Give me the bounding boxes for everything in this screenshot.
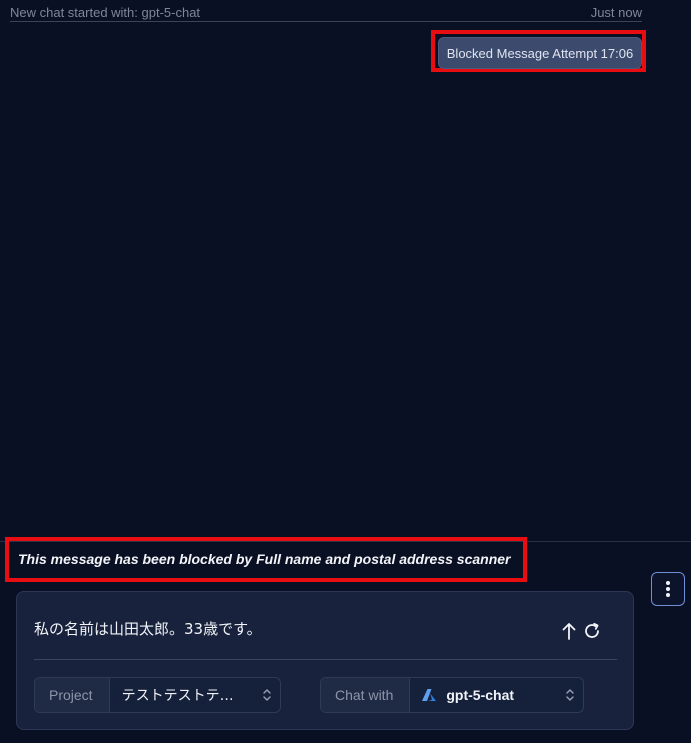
blocked-attempt-label: Blocked Message Attempt 17:06 xyxy=(446,45,634,61)
composer-divider xyxy=(34,659,617,660)
composer-actions xyxy=(559,620,602,642)
chevron-up-down-icon xyxy=(566,689,574,701)
message-composer: 私の名前は山田太郎。33歳です。 Project テストテストテ… Chat w… xyxy=(16,591,634,730)
project-selector[interactable]: Project テストテストテ… xyxy=(34,677,281,713)
kebab-menu-icon xyxy=(666,581,670,597)
retry-button[interactable] xyxy=(582,620,602,642)
send-button[interactable] xyxy=(559,620,579,642)
arrow-up-icon xyxy=(562,623,576,640)
chat-start-text: New chat started with: gpt-5-chat xyxy=(10,5,201,20)
project-label: Project xyxy=(35,678,110,712)
chat-page: New chat started with: gpt-5-chat Just n… xyxy=(0,0,691,743)
more-options-button[interactable] xyxy=(651,572,685,606)
chat-with-label: Chat with xyxy=(321,678,411,712)
chat-start-header: New chat started with: gpt-5-chat Just n… xyxy=(10,5,642,22)
model-select[interactable]: gpt-5-chat xyxy=(410,678,583,712)
blocked-attempt-bubble[interactable]: Blocked Message Attempt 17:06 xyxy=(438,37,642,69)
azure-logo-icon xyxy=(422,688,437,701)
project-select[interactable]: テストテストテ… xyxy=(110,678,280,712)
blocked-notice: This message has been blocked by Full na… xyxy=(18,551,511,567)
model-value: gpt-5-chat xyxy=(446,687,515,703)
project-value: テストテストテ… xyxy=(121,688,234,704)
chat-start-time: Just now xyxy=(590,5,642,20)
message-input[interactable]: 私の名前は山田太郎。33歳です。 xyxy=(34,618,262,639)
model-selector[interactable]: Chat with gpt-5-chat xyxy=(320,677,584,713)
chevron-up-down-icon xyxy=(263,689,271,701)
refresh-icon xyxy=(585,622,599,638)
